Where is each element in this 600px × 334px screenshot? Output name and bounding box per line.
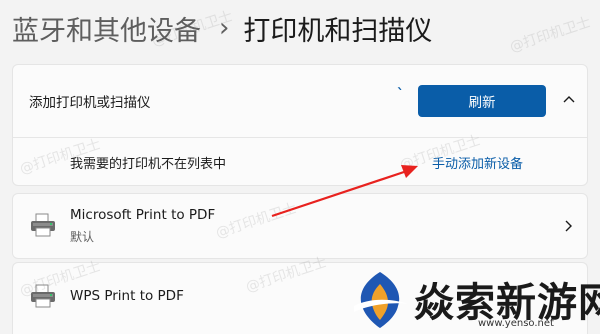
loading-spinner-icon: ˋ <box>397 87 404 103</box>
printer-icon <box>31 284 55 308</box>
refresh-button[interactable]: 刷新 <box>418 85 546 117</box>
printer-name: WPS Print to PDF <box>70 288 184 304</box>
logo-emblem-icon <box>354 272 408 328</box>
printer-item-microsoft-print-to-pdf[interactable]: Microsoft Print to PDF 默认 <box>12 193 588 259</box>
add-printer-row[interactable]: 添加打印机或扫描仪 ˋ 刷新 <box>13 65 587 137</box>
breadcrumb-parent-link[interactable]: 蓝牙和其他设备 <box>12 9 201 48</box>
printer-name: Microsoft Print to PDF <box>70 207 216 223</box>
missing-printer-row: 我需要的打印机不在列表中 手动添加新设备 <box>13 138 587 186</box>
printer-status: 默认 <box>70 230 95 244</box>
watermark-text: @打印机卫士 <box>507 14 593 56</box>
manual-add-device-link[interactable]: 手动添加新设备 <box>432 153 523 172</box>
add-printer-card: 添加打印机或扫描仪 ˋ 刷新 我需要的打印机不在列表中 手动添加新设备 <box>12 64 588 186</box>
add-printer-label: 添加打印机或扫描仪 <box>29 95 151 111</box>
chevron-up-icon[interactable] <box>557 88 581 112</box>
chevron-right-icon[interactable] <box>561 216 577 236</box>
site-logo: 焱索新游网 www.yenso.net <box>350 268 600 332</box>
breadcrumb-separator-icon: › <box>219 13 230 43</box>
logo-url: www.yenso.net <box>478 318 554 329</box>
breadcrumb: 蓝牙和其他设备 › 打印机和扫描仪 <box>12 8 432 48</box>
page-title: 打印机和扫描仪 <box>243 15 433 47</box>
printer-icon <box>31 213 55 237</box>
missing-printer-label: 我需要的打印机不在列表中 <box>70 156 227 172</box>
